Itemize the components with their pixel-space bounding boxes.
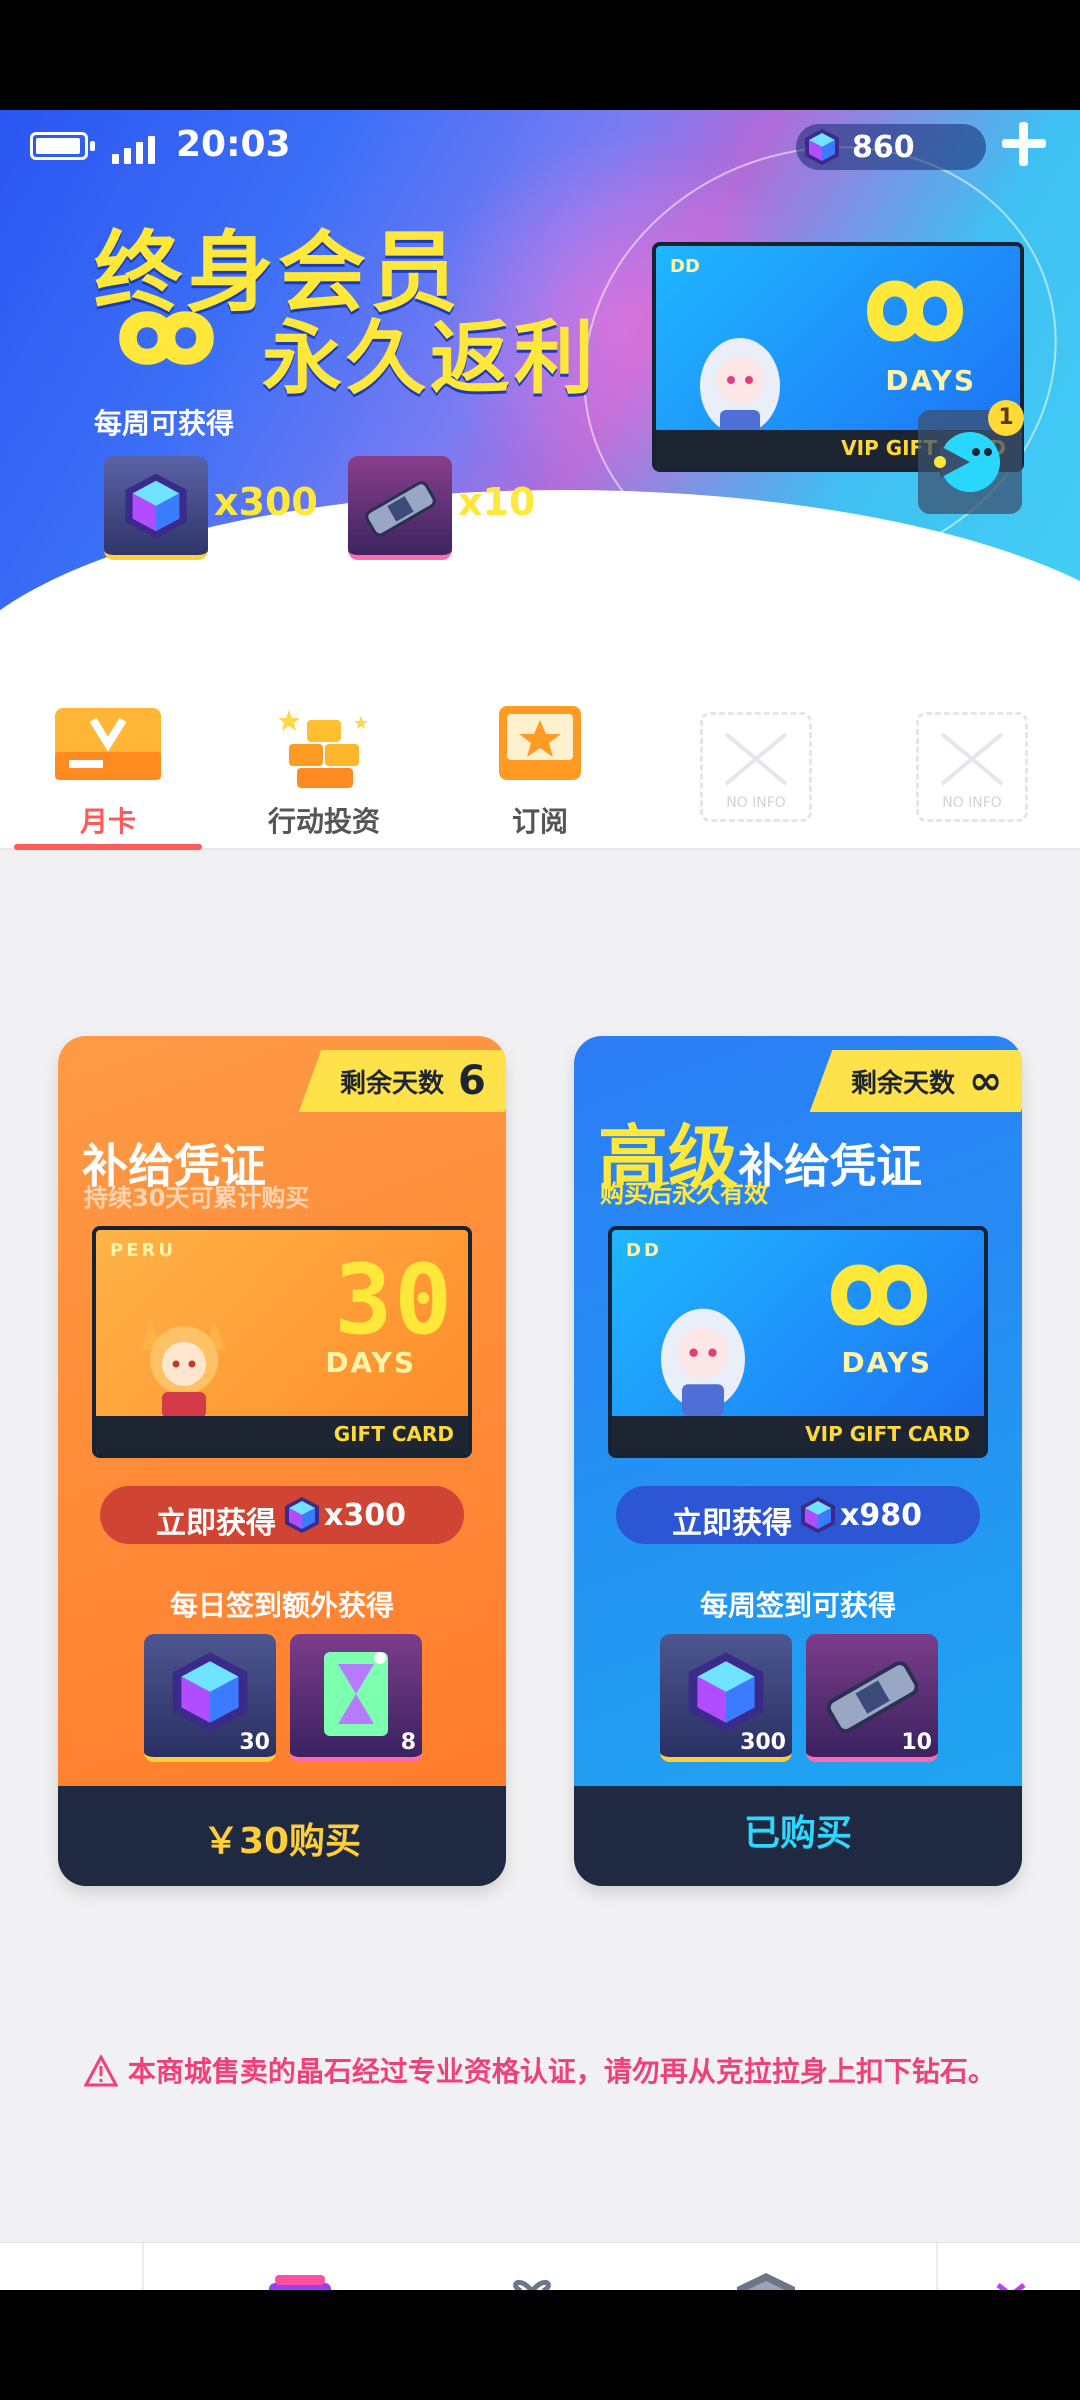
page-dot[interactable] bbox=[544, 598, 558, 612]
no-info-icon: NO INFO bbox=[700, 712, 812, 822]
tab-action-investment[interactable]: 行动投资 bbox=[216, 690, 432, 850]
banner-reward-gem-count: x300 bbox=[214, 480, 318, 524]
x-placeholder-icon bbox=[940, 732, 1004, 786]
infinity-icon bbox=[119, 311, 214, 365]
banner-reward-ticket-count: x10 bbox=[458, 480, 536, 524]
category-tabs: 月卡 行动投资 订阅 NO INFO NO INFO bbox=[0, 690, 1080, 850]
nav-gift-packs[interactable]: 礼包 bbox=[452, 2243, 612, 2290]
card-footer: GIFT CARD bbox=[96, 1416, 468, 1454]
vip-banner[interactable]: 20:03 860 终身会员 永久返利 每周可获得 x300 x10 DD DA… bbox=[0, 110, 1080, 690]
tab-subscribe[interactable]: 订阅 bbox=[432, 690, 648, 850]
gem-icon bbox=[172, 1652, 248, 1732]
card-subtitle: 购买后永久有效 bbox=[600, 1180, 768, 1208]
cube-icon bbox=[737, 2273, 795, 2290]
tab-label: 行动投资 bbox=[267, 805, 380, 838]
reward-gem[interactable]: 30 bbox=[144, 1634, 276, 1762]
clock: 20:03 bbox=[176, 124, 291, 165]
reward-ticket[interactable]: 10 bbox=[806, 1634, 938, 1762]
add-gems-button[interactable] bbox=[998, 118, 1050, 170]
banner-weekly-label: 每周可获得 bbox=[94, 407, 235, 440]
ticket-icon bbox=[826, 1661, 919, 1733]
star-subscribe-icon bbox=[499, 706, 581, 780]
gem-balance[interactable]: 860 bbox=[796, 124, 986, 170]
banner-title-line2: 永久返利 bbox=[262, 312, 598, 405]
banner-reward-gem bbox=[104, 456, 208, 560]
warning-icon bbox=[84, 2055, 119, 2087]
no-info-icon: NO INFO bbox=[916, 712, 1028, 822]
tab-monthly-card[interactable]: 月卡 bbox=[0, 690, 216, 850]
vip-icon bbox=[269, 2275, 331, 2290]
infinity-icon: ∞ bbox=[968, 1058, 1002, 1104]
notice-text: 本商城售卖的晶石经过专业资格认证，请勿再从克拉拉身上扣下钻石。 bbox=[127, 2055, 996, 2088]
gem-icon bbox=[805, 129, 839, 165]
gift-card-image: DD DAYS VIP GIFT CARD bbox=[608, 1226, 988, 1458]
instant-reward-pill: 立即获得 x980 bbox=[616, 1486, 980, 1544]
tab-placeholder-1[interactable]: NO INFO bbox=[648, 690, 864, 850]
tab-label: 月卡 bbox=[79, 805, 136, 838]
banner-pagination bbox=[520, 598, 558, 612]
infinity-icon bbox=[830, 1264, 928, 1326]
gold-bars-icon bbox=[278, 710, 368, 788]
gem-icon bbox=[801, 1497, 835, 1533]
card-brand: DD bbox=[670, 256, 700, 277]
remaining-days-badge: 剩余天数 6 bbox=[298, 1050, 506, 1112]
pacman-icon bbox=[934, 432, 1000, 492]
battery-icon bbox=[30, 132, 95, 160]
tv-icon bbox=[996, 2283, 1026, 2290]
gem-icon bbox=[285, 1497, 319, 1533]
tab-active-indicator bbox=[14, 844, 202, 850]
notification-badge: 1 bbox=[988, 400, 1024, 436]
banner-reward-ticket bbox=[348, 456, 452, 560]
gem-balance-value: 860 bbox=[852, 130, 915, 165]
card-subtitle: 持续30天可累计购买 bbox=[84, 1184, 310, 1212]
gem-icon bbox=[688, 1652, 764, 1732]
ticket-icon bbox=[365, 481, 436, 537]
page-dot-active[interactable] bbox=[520, 598, 534, 612]
card-footer: VIP GIFT CARD bbox=[612, 1416, 984, 1454]
gem-icon bbox=[125, 473, 187, 539]
card-days-label: DAYS bbox=[885, 364, 976, 397]
x-placeholder-icon bbox=[724, 732, 788, 786]
gift-icon bbox=[513, 2279, 551, 2290]
supply-voucher-card[interactable]: 剩余天数 6 补给凭证 持续30天可累计购买 PERU 30 DAYS GIFT… bbox=[58, 1036, 506, 1886]
hourglass-icon bbox=[324, 1652, 388, 1736]
character-avatar bbox=[661, 1308, 745, 1416]
signal-icon bbox=[112, 132, 155, 164]
bonus-label: 每周签到可获得 bbox=[699, 1589, 896, 1622]
gift-card-image: PERU 30 DAYS GIFT CARD bbox=[92, 1226, 472, 1458]
store-notice: 本商城售卖的晶石经过专业资格认证，请勿再从克拉拉身上扣下钻石。 bbox=[0, 2050, 1080, 2090]
nav-recharge[interactable]: 充值 bbox=[686, 2243, 846, 2290]
instant-reward-pill: 立即获得 x300 bbox=[100, 1486, 464, 1544]
back-button[interactable] bbox=[0, 2243, 144, 2290]
fox-character-avatar bbox=[142, 1320, 226, 1418]
bonus-label: 每日签到额外获得 bbox=[169, 1589, 394, 1622]
character-avatar bbox=[700, 338, 780, 440]
buy-button[interactable]: ￥30购买 bbox=[58, 1786, 506, 1886]
reward-gem[interactable]: 300 bbox=[660, 1634, 792, 1762]
premium-supply-voucher-card[interactable]: 剩余天数 ∞ 高级补给凭证 购买后永久有效 DD DAYS VIP GIFT C… bbox=[574, 1036, 1022, 1886]
tab-label: 订阅 bbox=[511, 805, 568, 838]
monthly-card-icon bbox=[55, 708, 161, 780]
tv-button[interactable] bbox=[936, 2243, 1080, 2290]
tab-placeholder-2[interactable]: NO INFO bbox=[864, 690, 1080, 850]
infinity-icon bbox=[866, 280, 964, 342]
purchased-status-button[interactable]: 已购买 bbox=[574, 1786, 1022, 1886]
store-screen: 20:03 860 终身会员 永久返利 每周可获得 x300 x10 DD DA… bbox=[0, 110, 1080, 2290]
reward-hourglass[interactable]: 8 bbox=[290, 1634, 422, 1762]
nav-benefits[interactable]: 权益 bbox=[220, 2243, 380, 2290]
bottom-navigation: 权益 礼包 充值 bbox=[0, 2242, 1080, 2290]
